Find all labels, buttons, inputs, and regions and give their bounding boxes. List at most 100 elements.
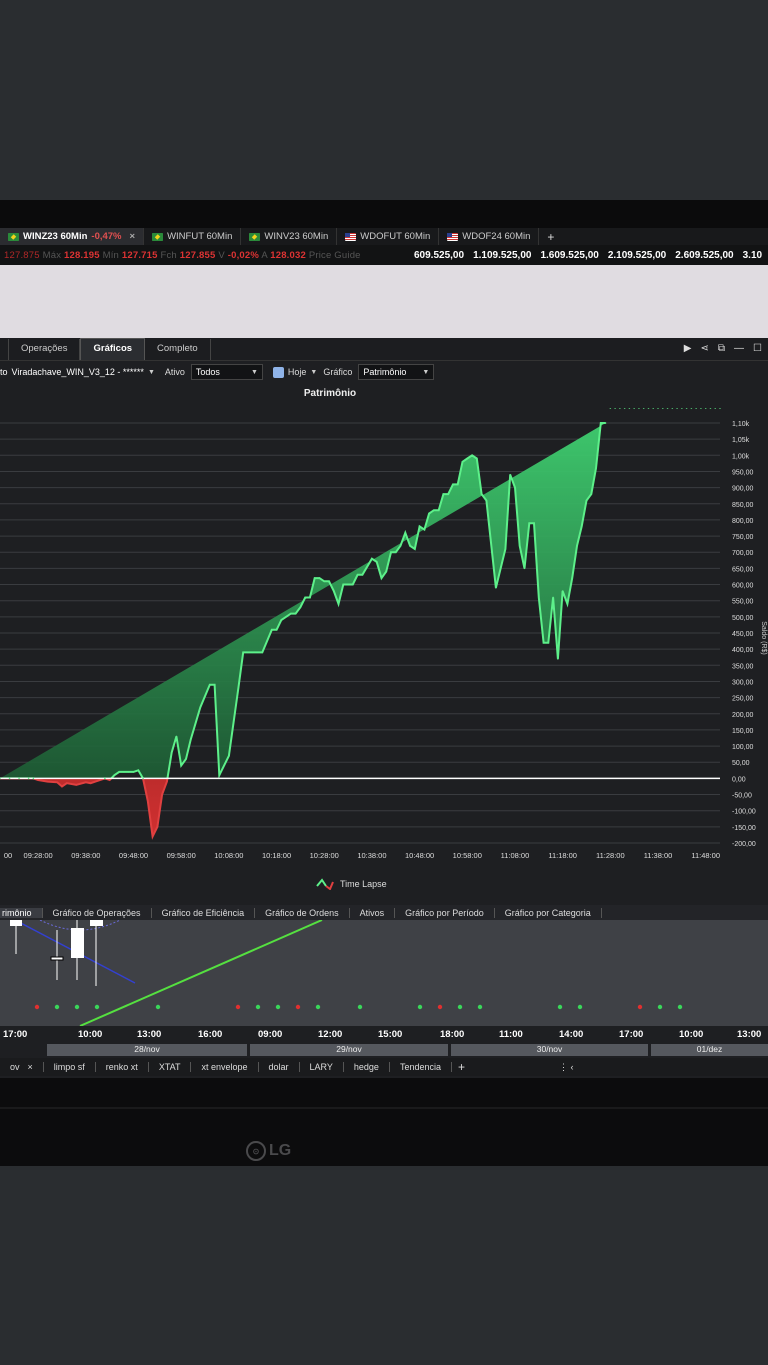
chart-type-tab[interactable]: Gráfico de Operações bbox=[43, 907, 152, 918]
chart-type-tab[interactable]: Gráfico por Categoria bbox=[495, 907, 602, 918]
chevron-down-icon: ▼ bbox=[147, 368, 155, 376]
strategy-value: Viradachave_WIN_V3_12 - ****** bbox=[11, 367, 144, 377]
instrument-tab[interactable]: WINZ23 60Min -0,47% × bbox=[0, 228, 145, 245]
chart-type-tab[interactable]: rimônio bbox=[0, 907, 43, 918]
x-tick-label: 10:28:00 bbox=[310, 851, 339, 860]
quote-min: 127.715 bbox=[121, 249, 158, 261]
workspace-tab[interactable]: renko xt bbox=[96, 1062, 149, 1072]
more-icon[interactable]: ⋮ ‹ bbox=[559, 1062, 574, 1073]
chart-type-tab[interactable]: Ativos bbox=[350, 907, 396, 918]
candlestick-mini-chart[interactable] bbox=[0, 920, 768, 1026]
data-point bbox=[61, 785, 63, 788]
data-point bbox=[199, 706, 202, 709]
time-tick: 18:00 bbox=[440, 1029, 465, 1040]
data-point bbox=[247, 651, 249, 654]
candle bbox=[71, 928, 84, 958]
data-point bbox=[56, 781, 59, 784]
data-point bbox=[514, 486, 516, 489]
tab-completo[interactable]: Completo bbox=[145, 339, 211, 360]
candle bbox=[10, 920, 22, 926]
data-point bbox=[27, 777, 30, 780]
tab-operacoes[interactable]: Operações bbox=[9, 339, 81, 360]
chart-type-tab[interactable]: Gráfico de Ordens bbox=[255, 907, 350, 918]
price-level: 3.10 bbox=[742, 249, 763, 261]
date-tick: 28/nov bbox=[47, 1044, 247, 1056]
y-tick-label: 800,00 bbox=[732, 518, 754, 525]
data-point bbox=[151, 835, 154, 838]
time-tick: 16:00 bbox=[198, 1029, 223, 1040]
minimize-icon[interactable]: — bbox=[734, 343, 744, 354]
workspace-tab[interactable]: xt envelope bbox=[191, 1062, 259, 1072]
trading-platform-window: WINZ23 60Min -0,47% × WINFUT 60Min WINV23 60… bbox=[0, 228, 768, 1078]
instrument-tab[interactable]: WINFUT 60Min bbox=[144, 228, 242, 245]
data-point bbox=[118, 771, 121, 773]
price-levels: 609.525,00 1.109.525,00 1.609.525,00 2.109.… bbox=[414, 250, 762, 261]
tab-graficos[interactable]: Gráficos bbox=[80, 338, 146, 360]
workspace-tab[interactable]: dolar bbox=[259, 1062, 300, 1072]
strategy-prefix: to bbox=[0, 367, 8, 377]
period-select[interactable]: Hoje ▼ bbox=[272, 366, 318, 378]
workspace-tab[interactable]: LARY bbox=[300, 1062, 344, 1072]
candle bbox=[90, 920, 103, 926]
quote-fch-label: Fch bbox=[160, 249, 177, 261]
workspace-tab[interactable]: XTAT bbox=[149, 1062, 192, 1072]
workspace-tab[interactable]: limpo sf bbox=[44, 1062, 96, 1072]
data-point bbox=[595, 467, 597, 470]
y-tick-label: 500,00 bbox=[732, 615, 754, 622]
data-point bbox=[175, 735, 178, 738]
y-tick-label: 50,00 bbox=[732, 760, 750, 767]
date-tick: 29/nov bbox=[250, 1044, 448, 1056]
time-tick: 09:00 bbox=[258, 1029, 283, 1040]
y-tick-label: 350,00 bbox=[732, 663, 754, 670]
quote-last: 127.875 bbox=[4, 249, 40, 261]
workspace-tabs: ov × limpo sf renko xt XTAT xt envelope dolar L… bbox=[0, 1058, 768, 1076]
add-tab-button[interactable]: + bbox=[539, 230, 562, 244]
data-point bbox=[423, 528, 426, 531]
popout-icon[interactable]: ⧉ bbox=[718, 343, 725, 354]
maximize-icon[interactable]: ☐ bbox=[753, 343, 762, 354]
data-point bbox=[399, 544, 402, 547]
chart-type-tab[interactable]: Gráfico de Eficiência bbox=[152, 907, 256, 918]
grafico-select[interactable]: Patrimônio ▼ bbox=[358, 364, 435, 380]
data-point bbox=[528, 522, 531, 524]
workspace-tab[interactable]: ov × bbox=[0, 1062, 44, 1072]
signal-dot bbox=[235, 1004, 241, 1010]
data-point bbox=[46, 780, 49, 783]
chart-legend: Time Lapse bbox=[316, 878, 387, 890]
equity-chart[interactable]: 1,10k 1,05k 1,00k 950,00 900,00 850,00 800,00 7… bbox=[0, 408, 768, 868]
chart-type-tab[interactable]: Gráfico por Período bbox=[395, 907, 495, 918]
time-tick: 10:00 bbox=[679, 1029, 704, 1040]
monitor-top-bezel bbox=[0, 200, 768, 228]
data-point bbox=[209, 683, 211, 686]
price-level: 1.109.525,00 bbox=[473, 249, 532, 261]
instrument-tab[interactable]: WDOFUT 60Min bbox=[337, 228, 440, 245]
share-icon[interactable]: ⋖ bbox=[701, 343, 709, 354]
data-point bbox=[485, 499, 488, 502]
tab-hidden-left[interactable] bbox=[0, 339, 9, 360]
chevron-down-icon: ▼ bbox=[310, 368, 318, 376]
play-icon[interactable]: ▶ bbox=[684, 343, 692, 354]
y-tick-label: 750,00 bbox=[732, 534, 754, 541]
strategy-select[interactable]: to Viradachave_WIN_V3_12 - ****** ▼ bbox=[0, 365, 159, 379]
instrument-tab[interactable]: WDOF24 60Min bbox=[439, 228, 540, 245]
data-point bbox=[580, 525, 583, 528]
time-lapse-legend-icon bbox=[316, 878, 334, 890]
time-tick: 17:00 bbox=[3, 1029, 28, 1040]
y-tick-label: 850,00 bbox=[732, 502, 754, 509]
quote-a: 128.032 bbox=[270, 249, 306, 261]
workspace-tab[interactable]: hedge bbox=[344, 1062, 390, 1072]
data-point bbox=[509, 473, 511, 476]
workspace-tab-label: dolar bbox=[268, 1062, 289, 1072]
close-icon[interactable]: × bbox=[130, 231, 136, 242]
ativo-select[interactable]: Todos ▼ bbox=[190, 364, 263, 380]
instrument-tab[interactable]: WINV23 60Min bbox=[241, 228, 338, 245]
close-icon[interactable]: × bbox=[28, 1062, 33, 1072]
instrument-tab-label: WDOF24 60Min bbox=[462, 231, 531, 242]
data-point bbox=[237, 687, 240, 689]
blank-panel bbox=[0, 265, 768, 342]
add-workspace-button[interactable]: + bbox=[452, 1060, 471, 1074]
data-point bbox=[318, 577, 321, 579]
data-point bbox=[352, 583, 354, 586]
plot-background bbox=[0, 408, 768, 868]
workspace-tab[interactable]: Tendencia bbox=[390, 1062, 452, 1072]
